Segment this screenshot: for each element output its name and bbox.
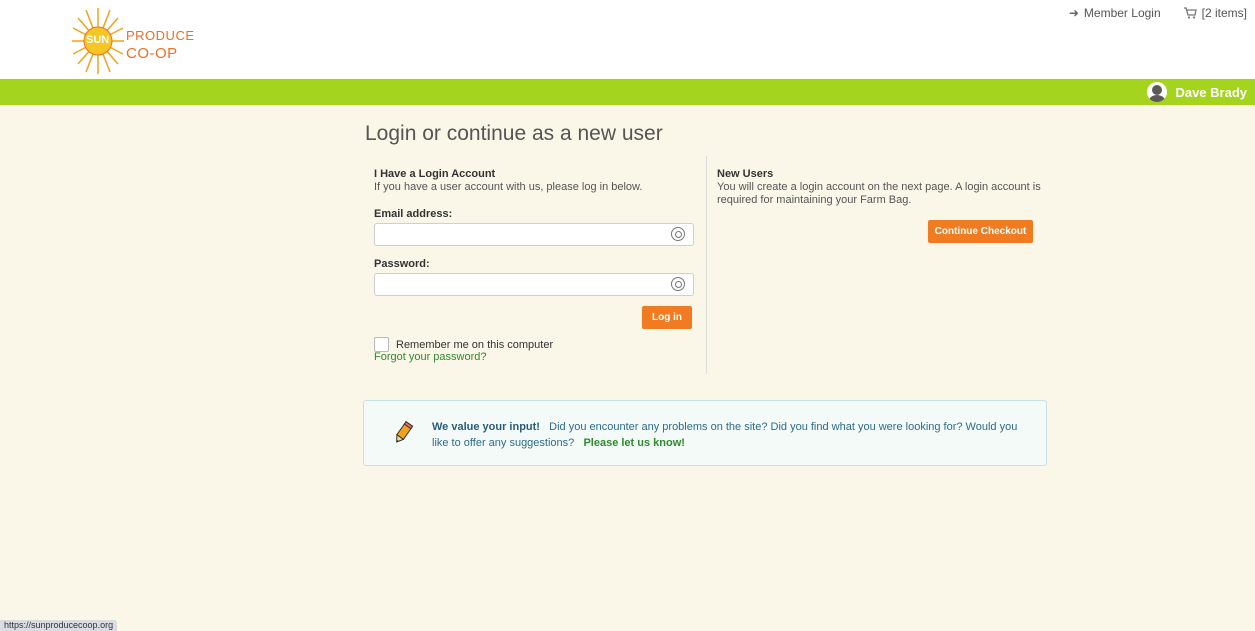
site-logo[interactable]: SUN PRODUCE CO-OP — [70, 6, 210, 76]
member-login-link[interactable]: ➜ Member Login — [1069, 6, 1161, 20]
continue-checkout-button[interactable]: Continue Checkout — [928, 220, 1033, 243]
email-field[interactable] — [374, 223, 694, 246]
login-section: I Have a Login Account If you have a use… — [374, 168, 696, 363]
remember-label: Remember me on this computer — [396, 338, 554, 351]
status-url: https://sunproducecoop.org — [0, 620, 118, 631]
new-users-text: You will create a login account on the n… — [717, 181, 1041, 206]
pencil-icon — [396, 421, 414, 443]
feedback-text-block: We value your input! Did you encounter a… — [432, 419, 1032, 451]
nav-bar: Dave Brady — [0, 79, 1255, 105]
user-name: Dave Brady — [1175, 84, 1247, 100]
page-title: Login or continue as a new user — [365, 122, 663, 145]
new-users-heading: New Users — [717, 168, 774, 180]
key-icon[interactable] — [671, 227, 685, 241]
email-label: Email address: — [374, 208, 453, 220]
feedback-link[interactable]: Please let us know! — [583, 437, 684, 449]
password-label: Password: — [374, 258, 430, 270]
login-subtext: If you have a user account with us, plea… — [374, 181, 643, 193]
feedback-box: We value your input! Did you encounter a… — [363, 400, 1047, 466]
logo-word-coop: CO-OP — [126, 45, 178, 62]
login-heading: I Have a Login Account — [374, 168, 496, 180]
cart-count: [2 items] — [1201, 6, 1247, 20]
member-login-label: Member Login — [1083, 6, 1161, 20]
column-divider — [706, 156, 707, 374]
user-menu[interactable]: Dave Brady — [1147, 82, 1247, 102]
user-avatar-icon — [1147, 82, 1168, 102]
logo-badge: SUN — [86, 34, 110, 46]
forgot-password-link[interactable]: Forgot your password? — [374, 351, 487, 363]
key-icon[interactable] — [671, 277, 685, 291]
remember-checkbox[interactable] — [374, 337, 389, 352]
feedback-strong: We value your input! — [432, 421, 540, 433]
logo-word-produce: PRODUCE — [126, 28, 195, 43]
password-field[interactable] — [374, 273, 694, 296]
login-button[interactable]: Log in — [642, 306, 692, 329]
remember-me[interactable]: Remember me on this computer — [374, 337, 553, 352]
cart-icon — [1183, 7, 1197, 19]
new-users-section: New Users You will create a login accoun… — [717, 168, 1047, 243]
sign-in-icon: ➜ — [1068, 6, 1079, 20]
top-links: ➜ Member Login [2 items] — [1069, 6, 1247, 20]
top-header: SUN PRODUCE CO-OP ➜ Member Login [2 item… — [0, 0, 1255, 79]
cart-link[interactable]: [2 items] — [1183, 6, 1247, 20]
